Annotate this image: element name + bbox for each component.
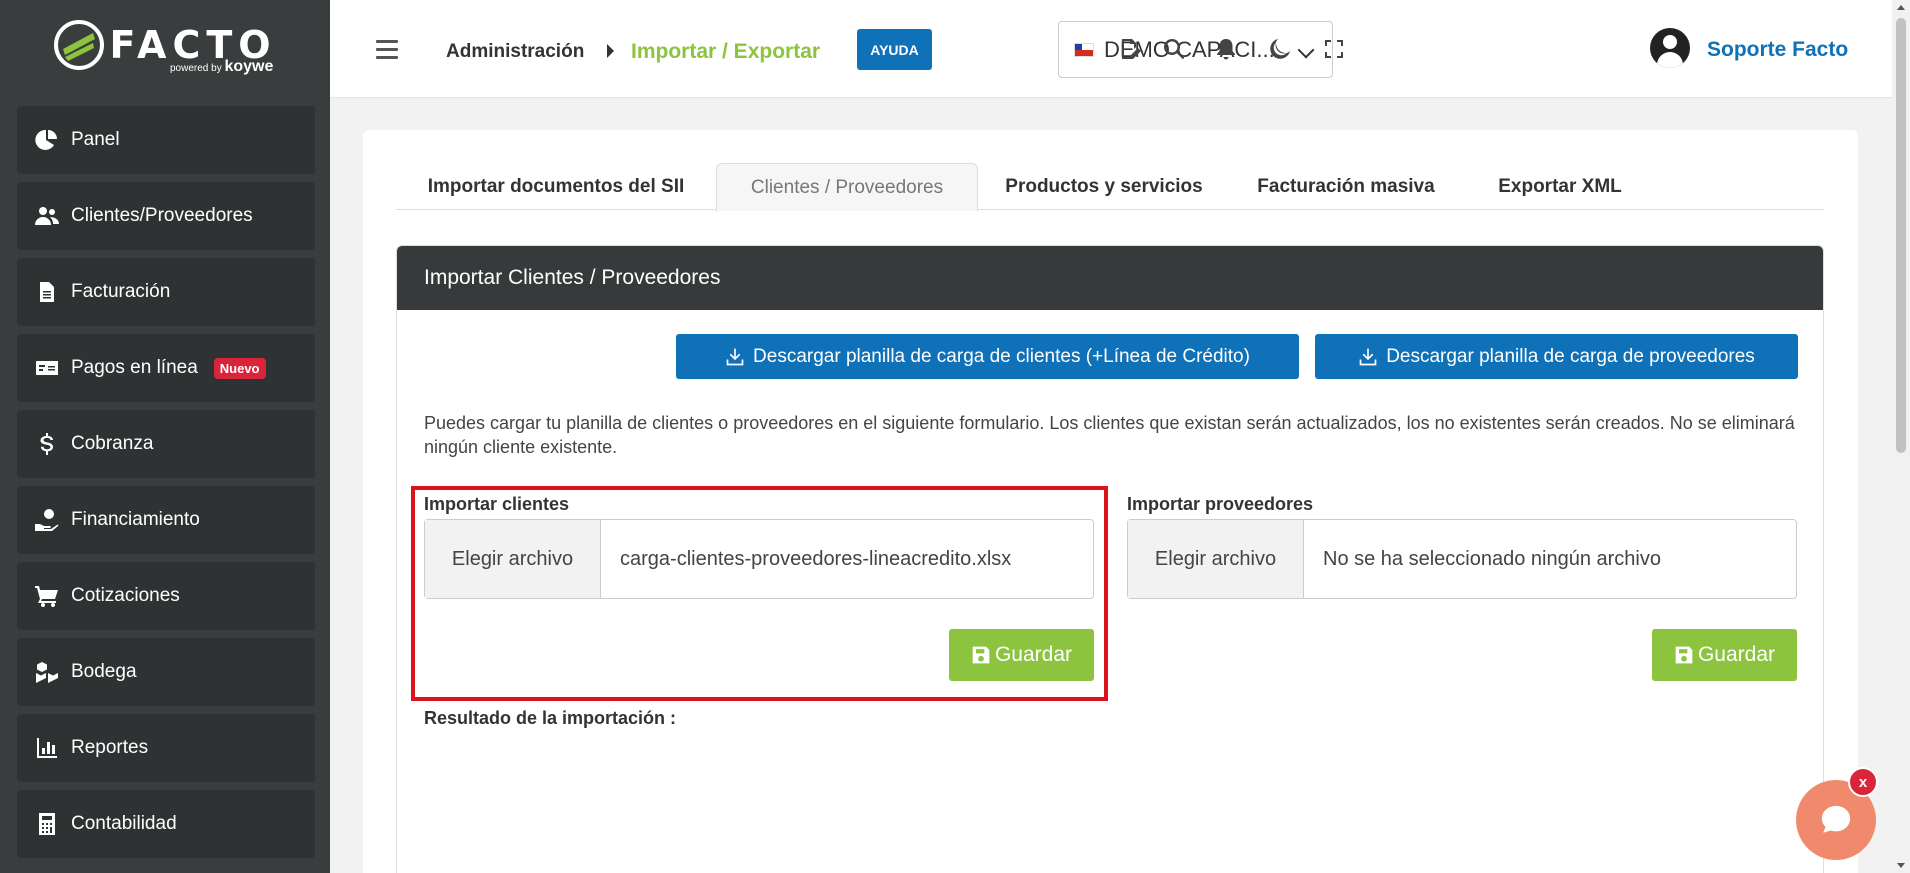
sidebar: FACTO powered by koywe Panel Clientes/Pr… <box>0 0 330 873</box>
fullscreen-icon[interactable] <box>1322 37 1346 61</box>
download-suppliers-label: Descargar planilla de carga de proveedor… <box>1386 345 1755 367</box>
help-button[interactable]: AYUDA <box>857 29 932 70</box>
hand-dollar-icon <box>35 509 59 531</box>
sidebar-item-cotizaciones[interactable]: Cotizaciones <box>17 562 315 630</box>
import-suppliers-label: Importar proveedores <box>1127 494 1314 514</box>
highlight-box <box>411 486 1108 701</box>
sidebar-item-panel[interactable]: Panel <box>17 106 315 174</box>
scroll-up-icon[interactable] <box>1897 5 1905 10</box>
chat-close-button[interactable]: x <box>1848 767 1878 797</box>
powered-by: powered by koywe <box>170 59 273 75</box>
scroll-thumb[interactable] <box>1896 18 1906 453</box>
save-suppliers-button[interactable]: Guardar <box>1652 629 1797 681</box>
save-suppliers-label: Guardar <box>1697 643 1776 666</box>
breadcrumb-separator-icon <box>607 44 614 58</box>
panel-title: Importar Clientes / Proveedores <box>397 246 1823 310</box>
suppliers-choose-file-button[interactable]: Elegir archivo <box>1128 520 1304 598</box>
save-icon <box>1675 646 1693 664</box>
download-clients-label: Descargar planilla de carga de clientes … <box>753 345 1250 367</box>
partner-name: koywe <box>224 58 274 75</box>
new-badge: Nuevo <box>213 357 266 379</box>
sidebar-item-cobranza[interactable]: Cobranza <box>17 410 315 478</box>
sidebar-nav: Panel Clientes/Proveedores Facturación P… <box>0 90 330 858</box>
document-icon <box>40 282 54 302</box>
sidebar-item-label: Clientes/Proveedores <box>71 205 253 226</box>
download-clients-template-button[interactable]: Descargar planilla de carga de clientes … <box>676 334 1299 379</box>
sidebar-item-label: Pagos en línea <box>71 357 198 378</box>
sidebar-item-label: Facturación <box>71 281 171 302</box>
sidebar-item-label: Reportes <box>71 737 149 758</box>
bar-chart-icon <box>37 738 57 758</box>
download-icon <box>1359 348 1377 365</box>
users-icon <box>35 207 59 225</box>
sidebar-item-label: Financiamiento <box>71 509 200 530</box>
sidebar-item-clientes-proveedores[interactable]: Clientes/Proveedores <box>17 182 315 250</box>
tab-exportar-xml[interactable]: Exportar XML <box>1462 163 1658 211</box>
sidebar-item-facturacion[interactable]: Facturación <box>17 258 315 326</box>
sidebar-item-label: Bodega <box>71 661 137 682</box>
brand-logo[interactable]: FACTO powered by koywe <box>0 0 330 90</box>
money-card-icon <box>36 361 58 375</box>
sidebar-item-label: Cotizaciones <box>71 585 180 606</box>
download-suppliers-template-button[interactable]: Descargar planilla de carga de proveedor… <box>1315 334 1798 379</box>
sidebar-item-financiamiento[interactable]: Financiamiento <box>17 486 315 554</box>
edit-document-icon[interactable] <box>1118 37 1142 61</box>
user-name[interactable]: Soporte Facto <box>1707 38 1848 62</box>
breadcrumb-root[interactable]: Administración <box>446 41 584 63</box>
main-card: Importar documentos del SII Clientes / P… <box>363 130 1858 873</box>
chevron-down-icon <box>1297 41 1315 59</box>
tab-importar-documentos-sii[interactable]: Importar documentos del SII <box>396 163 716 211</box>
sidebar-item-label: Contabilidad <box>71 813 177 834</box>
page-scrollbar[interactable] <box>1892 0 1910 873</box>
tab-facturacion-masiva[interactable]: Facturación masiva <box>1230 163 1462 211</box>
tab-bar: Importar documentos del SII Clientes / P… <box>396 163 1824 212</box>
suppliers-file-name: No se ha seleccionado ningún archivo <box>1323 547 1661 570</box>
sidebar-item-pagos-en-linea[interactable]: Pagos en línea Nuevo <box>17 334 315 402</box>
topbar: Administración Importar / Exportar AYUDA… <box>330 0 1892 98</box>
menu-toggle-icon[interactable] <box>376 40 398 64</box>
moon-icon[interactable] <box>1268 37 1292 61</box>
sidebar-item-label: Panel <box>71 129 120 150</box>
sidebar-item-reportes[interactable]: Reportes <box>17 714 315 782</box>
tab-productos-servicios[interactable]: Productos y servicios <box>978 163 1230 211</box>
import-panel: Importar Clientes / Proveedores Descarga… <box>396 245 1824 873</box>
bell-icon[interactable] <box>1214 37 1238 61</box>
dollar-icon <box>40 433 53 455</box>
chat-bubble-icon <box>1821 805 1851 833</box>
facto-logo-icon <box>53 19 105 71</box>
breadcrumb-current: Importar / Exportar <box>631 40 821 63</box>
scroll-down-icon[interactable] <box>1897 863 1905 868</box>
suppliers-file-input[interactable]: Elegir archivo No se ha seleccionado nin… <box>1127 519 1797 599</box>
import-instructions: Puedes cargar tu planilla de clientes o … <box>424 413 1795 457</box>
powered-by-label: powered by <box>170 63 222 74</box>
sidebar-item-label: Cobranza <box>71 433 154 454</box>
tab-clientes-proveedores[interactable]: Clientes / Proveedores <box>716 163 978 212</box>
chile-flag-icon <box>1074 42 1094 57</box>
boxes-icon <box>36 662 58 683</box>
sidebar-item-bodega[interactable]: Bodega <box>17 638 315 706</box>
avatar[interactable] <box>1650 28 1690 68</box>
import-result-label: Resultado de la importación : <box>424 708 677 728</box>
pie-chart-icon <box>35 129 57 150</box>
search-icon[interactable] <box>1162 37 1186 61</box>
calculator-icon <box>39 813 55 835</box>
sidebar-item-contabilidad[interactable]: Contabilidad <box>17 790 315 858</box>
download-icon <box>726 348 744 365</box>
cart-icon <box>35 586 58 607</box>
